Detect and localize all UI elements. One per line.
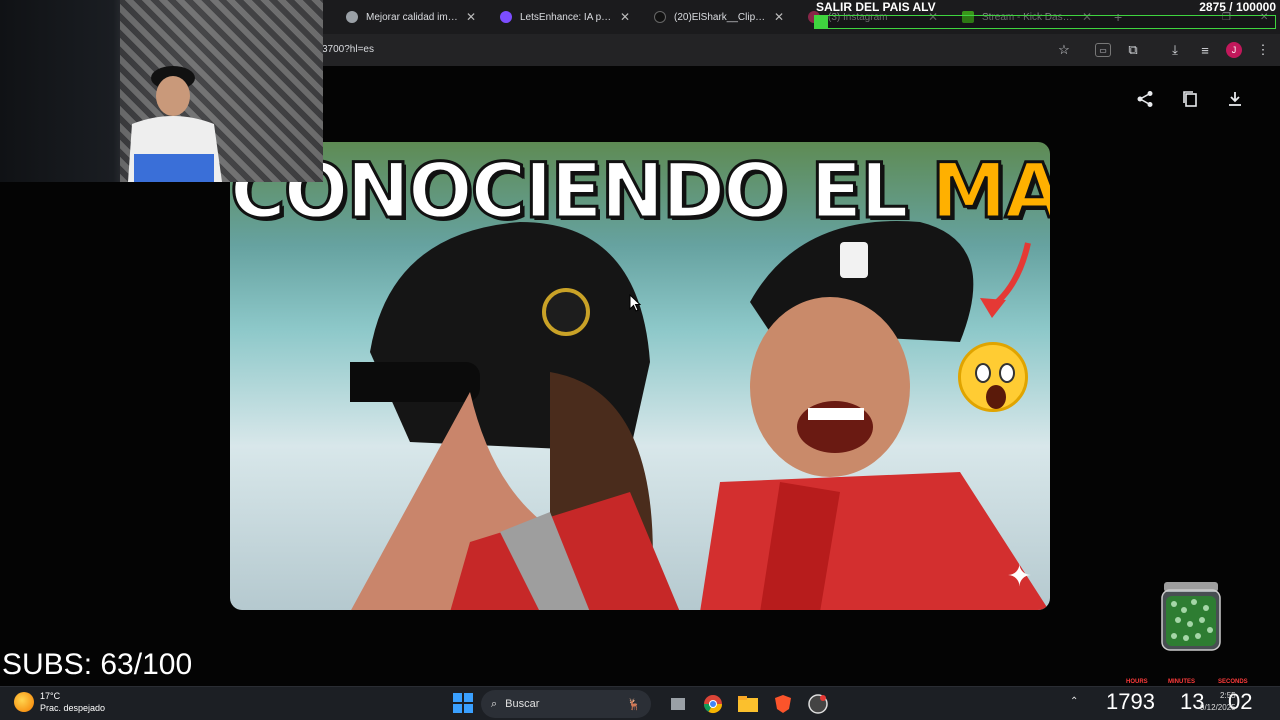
goal-total: / 100000 — [1229, 0, 1276, 14]
tab-mejorar-calidad[interactable]: Mejorar calidad imagen ✕ — [336, 5, 486, 29]
globe-icon — [346, 11, 358, 23]
emoji-mouth — [986, 385, 1006, 409]
task-view-icon[interactable] — [666, 692, 690, 716]
tab-title: Mejorar calidad imagen — [366, 11, 458, 23]
file-explorer-icon[interactable] — [736, 692, 760, 716]
tab-title: LetsEnhance: IA para c — [520, 11, 612, 23]
mouse-cursor-icon — [629, 294, 641, 312]
media-control-icon[interactable]: ≡ — [1196, 41, 1214, 59]
weather-temperature: 17°C — [40, 691, 61, 701]
timer-hours-label: HOURS — [1126, 679, 1148, 685]
search-highlight-icon: 🦌 — [627, 698, 641, 711]
overlay-goal-title: SALIR DEL PAIS ALV — [816, 0, 936, 14]
windows-taskbar: 17°C Prac. despejado ⌕ Buscar 🦌 ⌃ HOURS … — [0, 679, 1280, 720]
search-icon: ⌕ — [491, 697, 498, 710]
clock-time: 2:55 — [1220, 691, 1236, 700]
goal-current: 2875 — [1199, 0, 1226, 14]
chrome-icon[interactable] — [701, 692, 725, 716]
weather-description: Prac. despejado — [40, 703, 106, 713]
red-arrow-icon — [980, 242, 1031, 318]
sparkle-icon: ✦ — [1006, 560, 1032, 593]
close-icon[interactable]: ✕ — [620, 10, 630, 24]
system-clock[interactable]: 2:55 9/12/2025 — [1200, 690, 1236, 714]
clock-date: 9/12/2025 — [1200, 703, 1236, 712]
more-menu-icon[interactable]: ⋮ — [1254, 41, 1272, 59]
download-icon[interactable]: ⤓ — [1166, 41, 1184, 59]
windows-start-icon[interactable] — [453, 693, 473, 713]
shocked-face-emoji — [958, 342, 1028, 412]
thumbnail-title-highlight: MAR — [930, 145, 1050, 237]
thumbnail-title: CONOCIENDO EL MAR — [230, 145, 1050, 237]
tab-title: (20)ElShark__Clips (@e — [674, 11, 766, 23]
weather-widget[interactable]: 17°C Prac. despejado — [14, 690, 105, 714]
copy-icon[interactable] — [1179, 88, 1201, 110]
picture-in-picture-icon[interactable]: ▭ — [1095, 43, 1111, 57]
obs-icon[interactable] — [806, 692, 830, 716]
goal-progress-bar — [814, 15, 1276, 29]
thumbnail-title-part1: CONOCIENDO EL — [230, 145, 932, 237]
bookmark-star-icon[interactable]: ☆ — [1055, 41, 1073, 59]
subs-counter: SUBS: 63/100 — [2, 648, 193, 681]
share-icon[interactable] — [1134, 88, 1156, 110]
timer-hours: 1793 — [1106, 689, 1155, 714]
letsenhance-icon — [500, 11, 512, 23]
overlay-goal-count: 2875 / 100000 — [1199, 0, 1276, 14]
streamer-figure — [128, 66, 222, 182]
emoji-eye — [999, 363, 1015, 383]
extensions-icon[interactable]: ⧉ — [1124, 41, 1142, 59]
person-left-illustration — [350, 222, 680, 610]
tiktok-icon — [654, 11, 666, 23]
tray-overflow-icon[interactable]: ⌃ — [1070, 696, 1078, 707]
tab-letsenhance[interactable]: LetsEnhance: IA para c ✕ — [490, 5, 640, 29]
weather-sun-icon — [14, 692, 34, 712]
video-thumbnail-image[interactable]: CONOCIENDO EL MAR ✦ — [230, 142, 1050, 610]
goal-progress-fill — [815, 16, 829, 28]
brave-icon[interactable] — [771, 692, 795, 716]
timer-minutes-label: MINUTES — [1168, 679, 1195, 685]
emoji-eye — [975, 363, 991, 383]
close-icon[interactable]: ✕ — [774, 10, 784, 24]
timer-seconds-label: SECONDS — [1218, 679, 1248, 685]
glass-jar-widget — [1161, 582, 1221, 651]
profile-avatar[interactable]: J — [1226, 42, 1242, 58]
address-bar[interactable]: 3700?hl=es — [322, 44, 374, 55]
screen: Mejorar calidad imagen ✕ LetsEnhance: IA… — [0, 0, 1280, 720]
webcam-overlay — [0, 0, 323, 182]
taskbar-search[interactable]: ⌕ Buscar 🦌 — [481, 690, 651, 718]
download-image-icon[interactable] — [1224, 88, 1246, 110]
search-label: Buscar — [505, 698, 540, 710]
tab-tiktok[interactable]: (20)ElShark__Clips (@e ✕ — [644, 5, 794, 29]
close-icon[interactable]: ✕ — [466, 10, 476, 24]
